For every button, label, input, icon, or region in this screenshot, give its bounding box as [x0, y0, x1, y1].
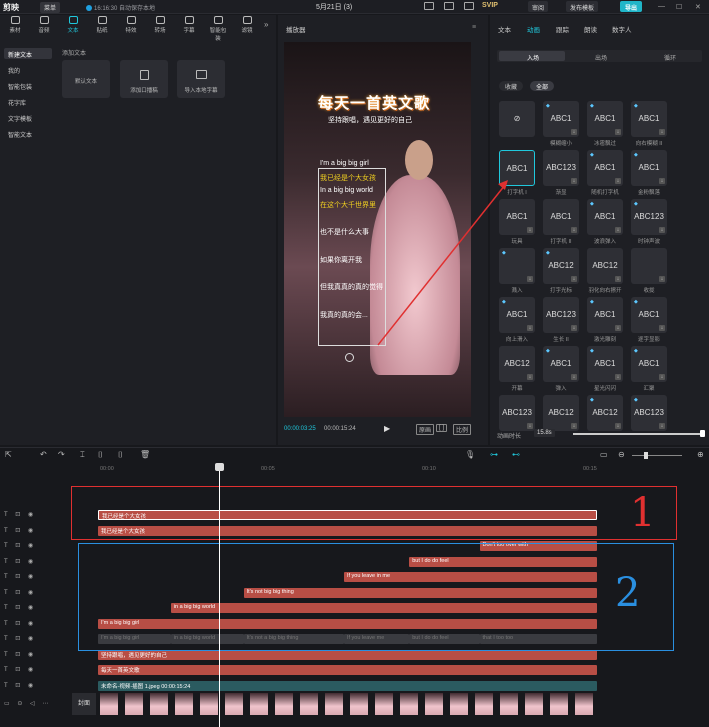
track-controls[interactable]: T ⊡ ◉ — [4, 604, 36, 611]
playhead-handle[interactable] — [215, 463, 224, 471]
preview-axis-icon[interactable]: ▭ — [600, 450, 608, 459]
track-controls[interactable]: T ⊡ ◉ — [4, 542, 36, 549]
main-track-controls[interactable]: ▭ ⊙ ◁ ⋯ — [4, 700, 51, 707]
video-thumbnail — [100, 693, 118, 715]
timeline-clip[interactable]: 坚持跟唱，遇见更好的自己 — [98, 649, 598, 660]
link-icon[interactable]: ⊶ — [490, 450, 498, 459]
annotation-number-2: 2 — [615, 570, 641, 616]
track-controls[interactable]: T ⊡ ◉ — [4, 527, 36, 534]
annotation-red-box — [71, 486, 677, 540]
track-controls[interactable]: T ⊡ ◉ — [4, 620, 36, 627]
video-thumbnail — [525, 693, 543, 715]
video-thumbnail — [275, 693, 293, 715]
split-right-icon[interactable]: ⌷ — [118, 450, 123, 460]
annotation-arrow — [377, 184, 506, 346]
track-controls[interactable]: T ⊡ ◉ — [4, 682, 36, 689]
annotation-blue-box — [78, 543, 674, 651]
video-thumbnail — [300, 693, 318, 715]
video-thumbnail — [450, 693, 468, 715]
playhead[interactable] — [219, 463, 220, 727]
track-controls[interactable]: T ⊡ ◉ — [4, 635, 36, 642]
track-controls[interactable]: T ⊡ ◉ — [4, 511, 36, 518]
zoom-out-icon[interactable]: ⊖ — [618, 450, 625, 459]
track-controls[interactable]: T ⊡ ◉ — [4, 573, 36, 580]
video-thumbnail — [125, 693, 143, 715]
video-thumbnail — [475, 693, 493, 715]
annotation-number-1: 1 — [630, 490, 656, 536]
video-thumbnail — [175, 693, 193, 715]
ruler-label: 00:00 — [100, 466, 114, 472]
select-tool-icon[interactable]: ⇱ — [5, 450, 12, 459]
ruler-label: 00:10 — [422, 466, 436, 472]
snap-icon[interactable]: ⊷ — [512, 450, 520, 459]
cover-button[interactable]: 封面 — [72, 693, 96, 715]
ruler-label: 00:15 — [583, 466, 597, 472]
video-thumbnail — [250, 693, 268, 715]
zoom-slider[interactable] — [632, 455, 682, 456]
ruler-label: 00:05 — [261, 466, 275, 472]
video-thumbnail — [500, 693, 518, 715]
video-thumbnail — [375, 693, 393, 715]
track-controls[interactable]: T ⊡ ◉ — [4, 666, 36, 673]
track-controls[interactable]: T ⊡ ◉ — [4, 589, 36, 596]
track-controls[interactable]: T ⊡ ◉ — [4, 558, 36, 565]
video-thumbnail — [400, 693, 418, 715]
split-left-icon[interactable]: ⌷ — [98, 450, 103, 460]
track-controls[interactable]: T ⊡ ◉ — [4, 651, 36, 658]
video-thumbnail — [225, 693, 243, 715]
zoom-slider-knob[interactable] — [644, 452, 648, 459]
video-thumbnail — [350, 693, 368, 715]
undo-icon[interactable]: ↶ — [40, 450, 47, 459]
video-thumbnail — [200, 693, 218, 715]
video-thumbnail — [550, 693, 568, 715]
split-icon[interactable]: ⌶ — [80, 450, 85, 460]
timeline-clip[interactable]: 未命名-视频-插图 1.jpeg 00:00:15:24 — [98, 680, 598, 691]
video-thumbnail — [325, 693, 343, 715]
video-thumbnail — [150, 693, 168, 715]
zoom-in-icon[interactable]: ⊕ — [697, 450, 704, 459]
delete-icon[interactable]: 🗑 — [140, 450, 150, 459]
redo-icon[interactable]: ↷ — [58, 450, 65, 459]
mic-icon[interactable]: 🎙 — [465, 450, 475, 459]
timeline-clip[interactable]: 每天一首英文歌 — [98, 665, 598, 675]
video-thumbnail — [575, 693, 593, 715]
video-thumbnail — [425, 693, 443, 715]
